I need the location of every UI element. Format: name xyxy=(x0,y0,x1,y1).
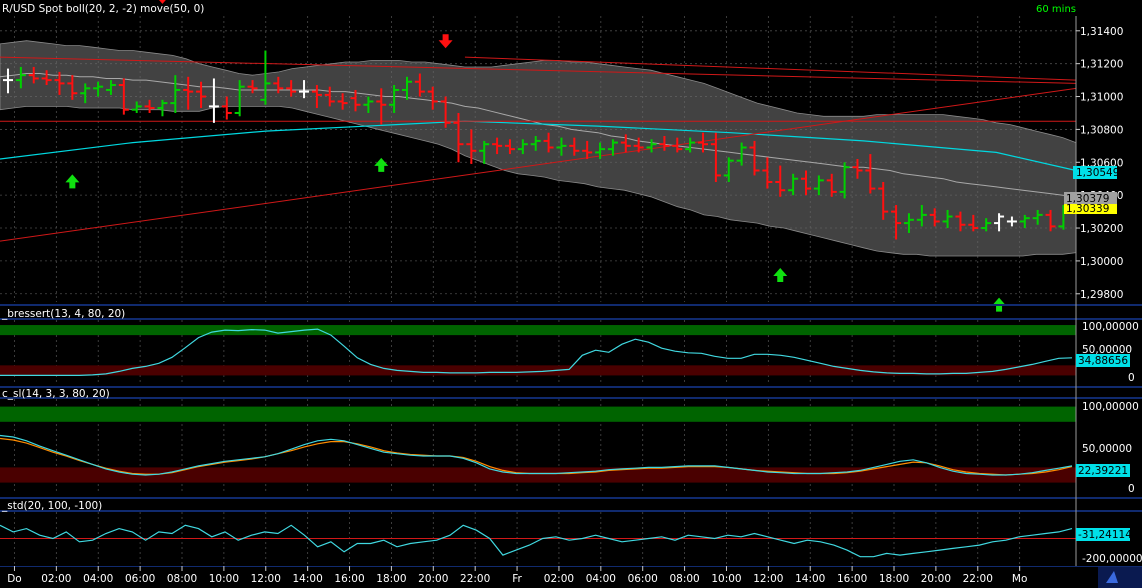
time-axis-label: 02:00 xyxy=(41,573,71,585)
price-tick-label: 1,30200 xyxy=(1080,223,1123,235)
overbought-zone xyxy=(0,325,1076,336)
std-tick-minus200: -200,00000 xyxy=(1082,553,1142,565)
price-tick-label: 1,31200 xyxy=(1080,59,1123,71)
price-tick-label: 1,30800 xyxy=(1080,124,1123,136)
last-price-sma-label: 1,30549 xyxy=(1076,167,1119,179)
stoch-tick-50: 50,00000 xyxy=(1082,443,1132,455)
time-axis-label: 06:00 xyxy=(628,573,658,585)
last-price-mid-label: 1,30379 xyxy=(1066,193,1109,205)
last-value-std: -31,24114 xyxy=(1076,528,1132,541)
time-axis-label: 04:00 xyxy=(83,573,113,585)
time-axis-label: Mo xyxy=(1012,573,1027,585)
time-axis-label: 22:00 xyxy=(963,573,993,585)
time-axis-label: 08:00 xyxy=(167,573,197,585)
chart-window: R/USD Spot boll(20, 2, -2) move(50, 0) 6… xyxy=(0,0,1142,588)
time-axis-label: 18:00 xyxy=(376,573,406,585)
panel-separator xyxy=(0,497,1142,499)
stoch-last-label: 22,39221 xyxy=(1078,465,1128,477)
bressert-tick-100: 100,00000 xyxy=(1082,321,1139,333)
panel-separator xyxy=(0,386,1142,388)
price-tick-label: 1,31000 xyxy=(1080,92,1123,104)
last-value-price-sma: 1,30549 xyxy=(1073,166,1119,179)
time-axis-label: 10:00 xyxy=(209,573,239,585)
time-axis-label: 02:00 xyxy=(544,573,574,585)
price-panel-title: R/USD Spot boll(20, 2, -2) move(50, 0) xyxy=(2,3,204,15)
price-tick-label: 1,29800 xyxy=(1080,289,1123,301)
time-axis-label: 12:00 xyxy=(251,573,281,585)
time-axis-label: Fr xyxy=(512,573,522,585)
time-axis-label: 20:00 xyxy=(418,573,448,585)
stoch-tick-0: 0 xyxy=(1128,483,1135,495)
time-axis-label: Do xyxy=(7,573,22,585)
panel-separator xyxy=(0,510,1142,512)
std-last-label: -31,24114 xyxy=(1078,529,1132,541)
oversold-zone xyxy=(0,467,1076,483)
last-value-bressert: 34,88656 xyxy=(1076,354,1130,367)
time-axis-label: 04:00 xyxy=(586,573,616,585)
scroll-corner-button[interactable] xyxy=(1098,567,1142,588)
last-value-price-close: 1,30339 1,30379 xyxy=(1064,192,1117,215)
bressert-panel-title: _bressert(13, 4, 80, 20) xyxy=(1,308,125,320)
panel-separator xyxy=(0,304,1142,306)
panel-separator xyxy=(0,397,1142,399)
time-axis-label: 18:00 xyxy=(879,573,909,585)
last-value-stoch: 22,39221 xyxy=(1076,464,1130,477)
time-axis-label: 22:00 xyxy=(460,573,490,585)
time-axis-label: 16:00 xyxy=(837,573,867,585)
chart-canvas[interactable]: R/USD Spot boll(20, 2, -2) move(50, 0) 6… xyxy=(0,0,1142,588)
price-tick-label: 1,30000 xyxy=(1080,256,1123,268)
time-axis-label: 14:00 xyxy=(293,573,323,585)
timeframe-label: 60 mins xyxy=(1036,4,1076,15)
stoch-panel-title: c_sl(14, 3, 3, 80, 20) xyxy=(2,388,110,400)
overbought-zone xyxy=(0,406,1076,422)
panel-separator xyxy=(0,318,1142,320)
time-axis-label: 06:00 xyxy=(125,573,155,585)
time-axis-label: 08:00 xyxy=(669,573,699,585)
bressert-tick-0: 0 xyxy=(1128,372,1135,384)
time-axis-label: 14:00 xyxy=(795,573,825,585)
bressert-last-label: 34,88656 xyxy=(1078,355,1128,367)
std-panel-title: _std(20, 100, -100) xyxy=(1,500,102,512)
time-axis-label: 16:00 xyxy=(334,573,364,585)
time-axis-label: 10:00 xyxy=(711,573,741,585)
time-axis-label: 20:00 xyxy=(921,573,951,585)
price-tick-label: 1,31400 xyxy=(1080,26,1123,38)
time-axis-label: 12:00 xyxy=(753,573,783,585)
stoch-tick-100: 100,00000 xyxy=(1082,401,1139,413)
